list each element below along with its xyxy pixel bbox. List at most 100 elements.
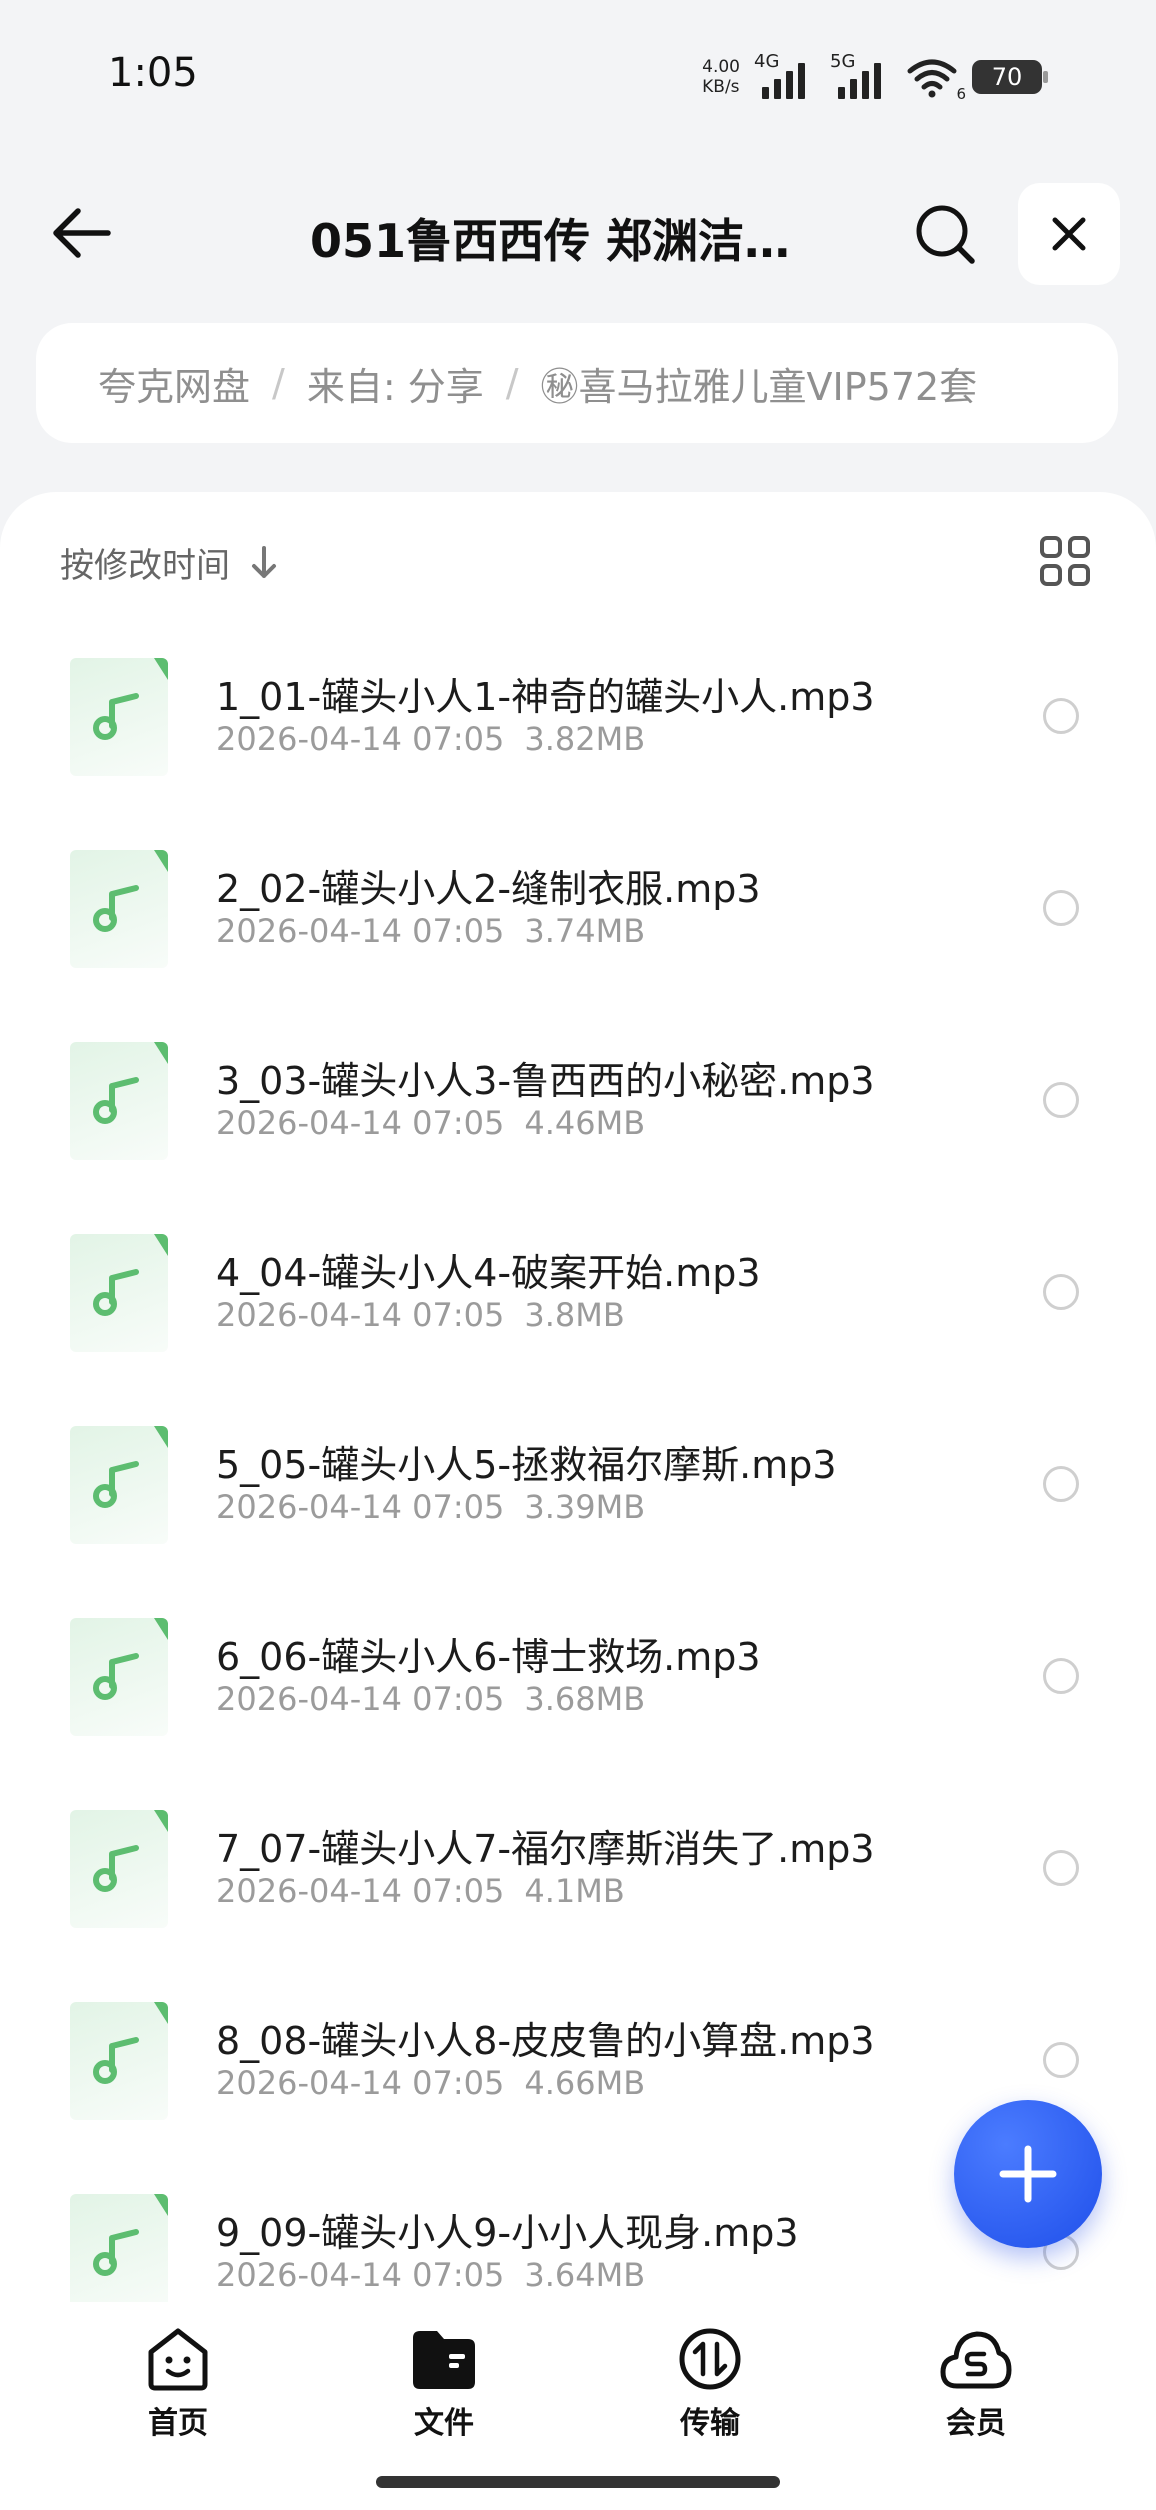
plus-icon [999, 2145, 1057, 2203]
file-row[interactable]: 5_05-罐头小人5-拯救福尔摩斯.mp3 2026-04-14 07:05 3.3… [0, 1424, 1156, 1616]
nav-home-label: 首页 [148, 2406, 208, 2441]
folder-icon [413, 2331, 475, 2389]
file-date: 2026-04-14 07:05 [216, 1872, 505, 1910]
select-checkbox[interactable] [1043, 1274, 1079, 1310]
battery-level: 70 [991, 63, 1023, 91]
search-icon [916, 205, 975, 264]
breadcrumb-item-root[interactable]: 夸克网盘 [98, 356, 250, 411]
battery-icon: 70 [972, 60, 1048, 94]
file-meta: 2026-04-14 07:05 4.46MB [216, 1104, 645, 1142]
file-row[interactable]: 1_01-罐头小人1-神奇的罐头小人.mp3 2026-04-14 07:05 3.… [0, 656, 1156, 848]
nav-vip[interactable]: 会员 [906, 2326, 1046, 2442]
file-size: 3.8MB [524, 1296, 625, 1334]
file-date: 2026-04-14 07:05 [216, 1104, 505, 1142]
nav-files[interactable]: 文件 [374, 2326, 514, 2442]
file-size: 3.82MB [524, 720, 646, 758]
music-file-icon [70, 2194, 168, 2302]
file-row[interactable]: 6_06-罐头小人6-博士救场.mp3 2026-04-14 07:05 3.68M… [0, 1616, 1156, 1808]
search-button[interactable] [914, 203, 978, 267]
file-size: 3.74MB [524, 912, 646, 950]
file-meta: 2026-04-14 07:05 3.8MB [216, 1296, 625, 1334]
select-checkbox[interactable] [1043, 2042, 1079, 2078]
close-button[interactable] [1018, 183, 1120, 285]
file-row[interactable]: 3_03-罐头小人3-鲁西西的小秘密.mp3 2026-04-14 07:05 4.… [0, 1040, 1156, 1232]
sort-label: 按修改时间 [60, 546, 230, 586]
file-size: 3.39MB [524, 1488, 646, 1526]
file-size: 4.1MB [524, 1872, 625, 1910]
breadcrumb-item-folder[interactable]: ㊙喜马拉雅儿童VIP572套 [541, 356, 978, 411]
bottom-nav: 首页 文件 传输 会员 [0, 2302, 1156, 2510]
signal-5g-icon: 5G [830, 51, 892, 99]
select-checkbox[interactable] [1043, 698, 1079, 734]
file-list-panel: 按修改时间 1_01-罐头小人1-神奇的罐头小人.mp3 2026-04-14 0… [0, 492, 1156, 2302]
music-file-icon [70, 1426, 168, 1544]
file-name: 5_05-罐头小人5-拯救福尔摩斯.mp3 [216, 1443, 837, 1487]
file-row[interactable]: 2_02-罐头小人2-缝制衣服.mp3 2026-04-14 07:05 3.74M… [0, 848, 1156, 1040]
file-name: 8_08-罐头小人8-皮皮鲁的小算盘.mp3 [216, 2019, 875, 2063]
status-time: 1:05 [108, 50, 198, 96]
file-name: 3_03-罐头小人3-鲁西西的小秘密.mp3 [216, 1059, 875, 1103]
file-size: 3.68MB [524, 1680, 646, 1718]
nav-vip-label: 会员 [946, 2406, 1006, 2441]
wifi-sub-label: 6 [956, 85, 966, 103]
file-row[interactable]: 4_04-罐头小人4-破案开始.mp3 2026-04-14 07:05 3.8MB [0, 1232, 1156, 1424]
music-file-icon [70, 1234, 168, 1352]
file-size: 3.64MB [524, 2256, 646, 2294]
nav-transfer-label: 传输 [680, 2406, 740, 2441]
home-face-icon [148, 2328, 208, 2391]
breadcrumb-separator: / [272, 361, 285, 405]
transfer-icon [679, 2328, 741, 2390]
file-date: 2026-04-14 07:05 [216, 2064, 505, 2102]
breadcrumb-item-share[interactable]: 来自: 分享 [307, 356, 484, 411]
file-date: 2026-04-14 07:05 [216, 2256, 505, 2294]
file-meta: 2026-04-14 07:05 3.68MB [216, 1680, 645, 1718]
net-speed-unit: KB/s [702, 77, 740, 97]
file-date: 2026-04-14 07:05 [216, 912, 505, 950]
file-name: 2_02-罐头小人2-缝制衣服.mp3 [216, 867, 761, 911]
file-date: 2026-04-14 07:05 [216, 720, 505, 758]
file-name: 1_01-罐头小人1-神奇的罐头小人.mp3 [216, 675, 875, 719]
music-file-icon [70, 1810, 168, 1928]
net-speed: 4.00 KB/s [702, 57, 740, 97]
file-name: 4_04-罐头小人4-破案开始.mp3 [216, 1251, 761, 1295]
file-row[interactable]: 7_07-罐头小人7-福尔摩斯消失了.mp3 2026-04-14 07:05 4.… [0, 1808, 1156, 2000]
select-checkbox[interactable] [1043, 890, 1079, 926]
sort-button[interactable]: 按修改时间 [60, 538, 278, 587]
file-name: 9_09-罐头小人9-小小人现身.mp3 [216, 2211, 799, 2255]
music-file-icon [70, 850, 168, 968]
nav-home[interactable]: 首页 [108, 2326, 248, 2442]
select-checkbox[interactable] [1043, 1466, 1079, 1502]
nav-files-label: 文件 [414, 2406, 474, 2441]
music-file-icon [70, 658, 168, 776]
net-speed-value: 4.00 [702, 57, 740, 77]
add-button[interactable] [954, 2100, 1102, 2248]
page-title: 051鲁西西传 郑渊洁… [310, 214, 791, 268]
file-meta: 2026-04-14 07:05 3.64MB [216, 2256, 645, 2294]
file-meta: 2026-04-14 07:05 3.82MB [216, 720, 645, 758]
cloud-vip-icon [940, 2331, 1012, 2389]
status-icons: 4.00 KB/s 4G 5G 6 70 [702, 51, 1048, 103]
file-meta: 2026-04-14 07:05 3.74MB [216, 912, 645, 950]
breadcrumb-separator: / [505, 361, 519, 405]
file-meta: 2026-04-14 07:05 4.1MB [216, 1872, 625, 1910]
music-file-icon [70, 2002, 168, 2120]
file-date: 2026-04-14 07:05 [216, 1488, 505, 1526]
file-size: 4.46MB [524, 1104, 646, 1142]
arrow-left-icon [53, 208, 111, 258]
select-checkbox[interactable] [1043, 1082, 1079, 1118]
nav-transfer[interactable]: 传输 [640, 2326, 780, 2442]
file-size: 4.66MB [524, 2064, 646, 2102]
file-name: 7_07-罐头小人7-福尔摩斯消失了.mp3 [216, 1827, 875, 1871]
music-file-icon [70, 1042, 168, 1160]
file-list: 1_01-罐头小人1-神奇的罐头小人.mp3 2026-04-14 07:05 3.… [0, 656, 1156, 2302]
grid-view-icon[interactable] [1040, 536, 1090, 586]
select-checkbox[interactable] [1043, 1658, 1079, 1694]
signal-4g-icon: 4G [754, 51, 816, 99]
back-button[interactable] [48, 200, 114, 266]
select-checkbox[interactable] [1043, 1850, 1079, 1886]
file-date: 2026-04-14 07:05 [216, 1680, 505, 1718]
file-date: 2026-04-14 07:05 [216, 1296, 505, 1334]
file-meta: 2026-04-14 07:05 4.66MB [216, 2064, 645, 2102]
home-indicator[interactable] [376, 2476, 780, 2488]
arrow-down-icon [252, 545, 276, 578]
